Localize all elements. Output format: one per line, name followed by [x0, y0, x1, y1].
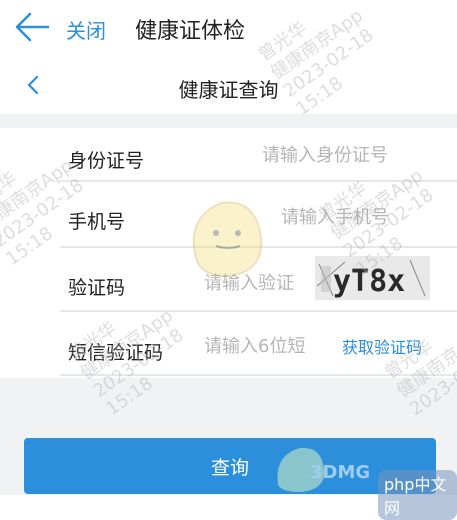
captcha-noise: yT8x [316, 259, 426, 299]
query-button[interactable]: 查询 [24, 438, 436, 494]
captcha-image[interactable]: yT8x [315, 256, 430, 300]
divider [60, 374, 457, 376]
phone-label: 手机号 [68, 211, 126, 233]
top-navigation-bar: 关闭 健康证体检 [0, 0, 457, 58]
phone-input[interactable] [281, 204, 441, 230]
close-button[interactable]: 关闭 [66, 15, 106, 44]
phone-row: 手机号 [0, 182, 457, 244]
get-sms-code-button[interactable]: 获取验证码 [342, 334, 422, 358]
section-spacer [0, 114, 457, 128]
site-watermark: php中文网 [378, 470, 457, 520]
id-number-label: 身份证号 [68, 150, 145, 172]
page-header: 健康证查询 [0, 58, 457, 114]
page-title: 健康证查询 [178, 78, 279, 102]
captcha-text: yT8x [333, 264, 405, 299]
back-arrow-icon[interactable] [14, 10, 50, 44]
id-number-input[interactable] [262, 142, 442, 168]
captcha-label: 验证码 [68, 277, 126, 299]
sms-code-label: 短信验证码 [68, 342, 164, 364]
app-title: 健康证体检 [135, 19, 246, 44]
captcha-input[interactable] [204, 270, 304, 296]
sms-code-input[interactable] [204, 333, 326, 359]
